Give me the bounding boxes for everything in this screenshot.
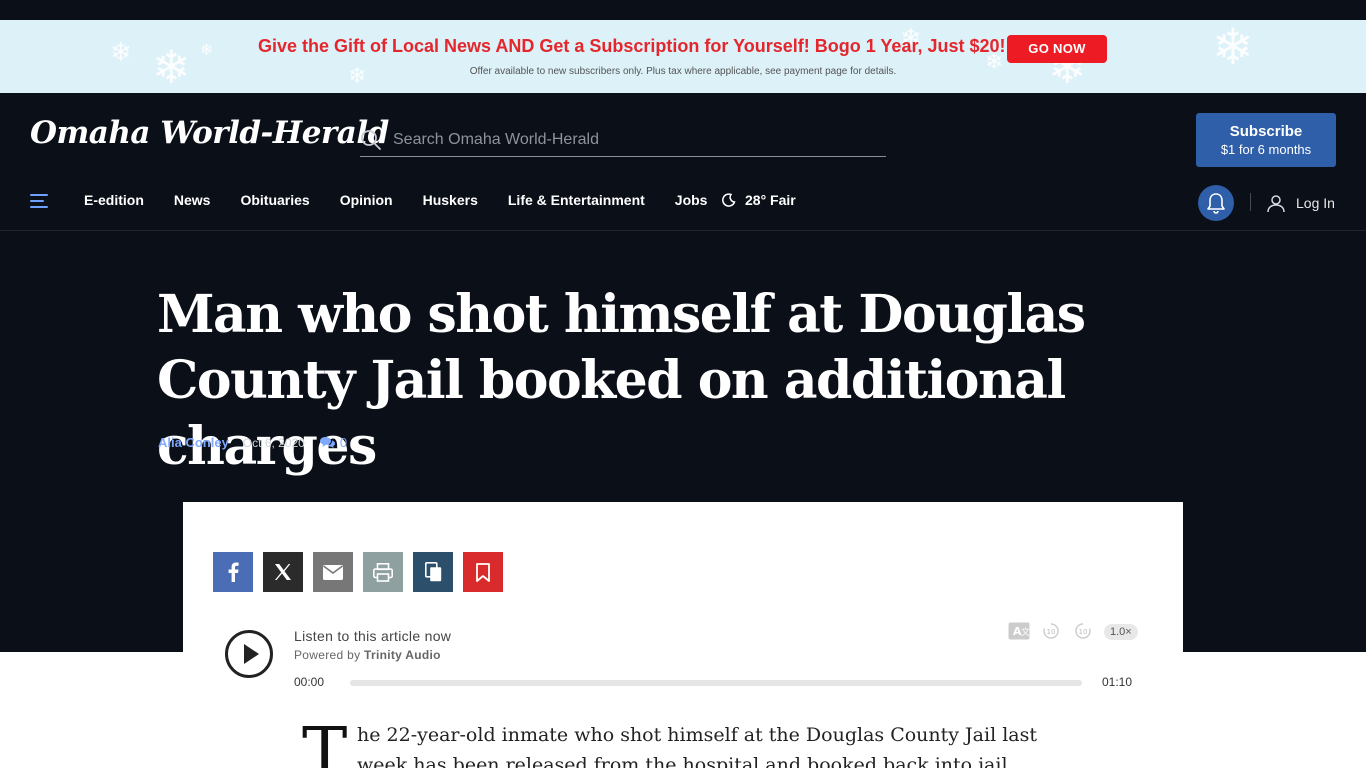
comments-link[interactable]: 0 [319,435,347,450]
x-icon [275,564,291,580]
article-headline: Man who shot himself at Douglas County J… [157,284,1086,477]
promo-banner[interactable]: ❄ ❄ ❄ ❄ ❄ ❄ ❄ ❄ Give the Gift of Local N… [0,20,1366,93]
powered-brand: Trinity Audio [364,648,441,662]
player-powered-by[interactable]: Powered by Trinity Audio [294,648,441,662]
x-share-button[interactable] [263,552,303,592]
email-share-button[interactable] [313,552,353,592]
nav-divider [1250,193,1251,211]
playback-speed-button[interactable]: 1.0× [1104,624,1138,640]
promo-headline[interactable]: Give the Gift of Local News AND Get a Su… [258,36,1006,57]
svg-text:10: 10 [1079,628,1088,636]
subscribe-title: Subscribe [1229,123,1303,140]
subscribe-button[interactable]: Subscribe $1 for 6 months [1196,113,1336,167]
forward-10-button[interactable]: 10 [1072,622,1094,642]
publish-date: Oct 6, 2020 [242,435,305,450]
menu-icon[interactable] [30,193,50,209]
player-title: Listen to this article now [294,628,452,644]
svg-text:文: 文 [1021,626,1030,638]
audio-player: Listen to this article now Powered by Tr… [225,622,1145,698]
weather-widget[interactable]: 28° Fair [722,192,796,208]
copy-icon [424,562,441,582]
nav-item-news[interactable]: News [174,192,211,208]
nav-items: E-edition News Obituaries Opinion Husker… [84,192,737,208]
forward-icon: 10 [1075,623,1091,639]
nav-item-life-entertainment[interactable]: Life & Entertainment [508,192,645,208]
rewind-icon: 10 [1043,623,1059,639]
search-bar[interactable] [360,125,886,157]
drop-cap: T [302,714,348,768]
bookmark-icon [476,562,490,582]
duration-time: 01:10 [1102,675,1133,689]
player-controls: A 文 10 10 1.0× [1008,622,1138,642]
main-nav: E-edition News Obituaries Opinion Husker… [0,185,1366,221]
top-strip [0,0,1366,20]
print-icon [373,562,393,582]
nav-item-huskers[interactable]: Huskers [423,192,478,208]
powered-prefix: Powered by [294,648,361,662]
facebook-share-button[interactable] [213,552,253,592]
author-link[interactable]: Alia Conley [158,435,229,450]
translate-icon: A 文 [1008,622,1030,640]
play-button[interactable] [225,630,273,678]
comment-count: 0 [339,435,348,450]
facebook-icon [228,562,239,582]
article-paragraph: he 22-year-old inmate who shot himself a… [357,724,1037,768]
login-link[interactable]: Log In [1266,193,1335,213]
snowflake-icon: ❄ [200,40,214,59]
share-bar [213,552,513,592]
promo-subtext: Offer available to new subscribers only.… [469,66,897,77]
login-label: Log In [1296,195,1335,211]
svg-text:10: 10 [1047,628,1056,636]
elapsed-time: 00:00 [294,675,325,689]
search-input[interactable] [393,129,873,151]
notifications-button[interactable] [1198,185,1234,221]
nav-item-opinion[interactable]: Opinion [340,192,393,208]
snowflake-icon: ❄ [110,38,132,68]
nav-item-jobs[interactable]: Jobs [675,192,708,208]
copy-link-button[interactable] [413,552,453,592]
moon-icon [722,193,736,207]
save-bookmark-button[interactable] [463,552,503,592]
nav-item-obituaries[interactable]: Obituaries [240,192,309,208]
nav-item-e-edition[interactable]: E-edition [84,192,144,208]
translate-button[interactable]: A 文 [1008,622,1030,642]
bell-icon [1207,193,1225,214]
print-button[interactable] [363,552,403,592]
subscribe-offer: $1 for 6 months [1220,142,1312,157]
rewind-10-button[interactable]: 10 [1040,622,1062,642]
user-icon [1267,195,1285,213]
progress-bar[interactable] [350,680,1082,686]
site-header: Omaha World-Herald Subscribe $1 for 6 mo… [0,93,1366,231]
comment-icon [319,437,335,448]
weather-text: 28° Fair [745,192,796,208]
go-now-button[interactable]: GO NOW [1007,35,1107,63]
article-byline: Alia Conley Oct 6, 2020 0 [158,435,347,450]
email-icon [323,564,343,580]
site-logo[interactable]: Omaha World-Herald [30,115,389,151]
search-icon[interactable] [360,129,382,151]
